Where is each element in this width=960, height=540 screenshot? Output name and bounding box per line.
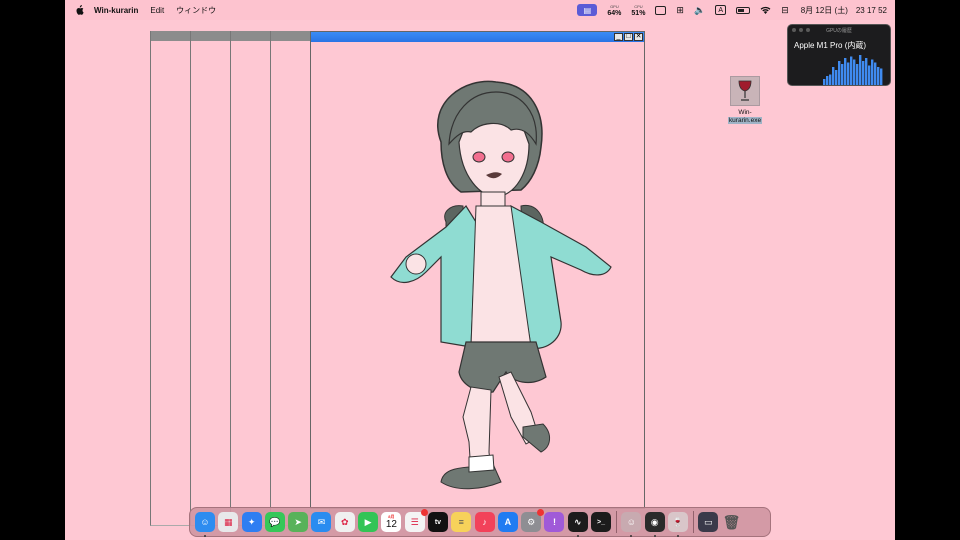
gpu-history-bar <box>826 76 829 85</box>
running-indicator <box>676 535 679 537</box>
maximize-button[interactable]: □ <box>624 33 633 41</box>
reminders-icon[interactable]: ☰ <box>404 509 428 532</box>
gpu-history-bar <box>844 58 847 85</box>
gpu-history-bar <box>868 65 871 85</box>
running-indicator <box>204 535 206 537</box>
messages-icon[interactable]: 💬 <box>264 512 285 532</box>
desktop: Win-kurarin Edit ウィンドウ ▤ GPU 64% CPU 51%… <box>65 0 895 540</box>
gpu-history-bar <box>865 58 868 85</box>
notes-icon[interactable]: ≡ <box>451 512 472 532</box>
edit-menu[interactable]: Edit <box>150 6 164 15</box>
launchpad-icon[interactable]: ▦ <box>218 512 239 532</box>
gpu-history-bar <box>880 68 883 85</box>
cpu-usage-value: 51% <box>631 10 646 17</box>
battery-icon[interactable] <box>736 6 751 14</box>
desktop-icon-label-line1: Win- <box>738 109 752 116</box>
window-title-bar[interactable]: _ □ ✕ <box>311 32 644 42</box>
win-kurarin-app-icon[interactable]: ☺ <box>621 512 642 537</box>
close-button[interactable]: ✕ <box>634 33 643 41</box>
gpu-history-bar <box>832 67 835 85</box>
calendar-day: 12 <box>385 519 397 530</box>
gpu-history-bar <box>841 64 844 85</box>
gpu-history-bar <box>850 56 853 85</box>
safari-icon[interactable]: ✦ <box>241 512 262 532</box>
gpu-history-bar <box>871 59 874 85</box>
running-indicator <box>576 535 579 537</box>
calendar-icon[interactable]: 8月 12 <box>381 512 402 532</box>
gpu-history-bar <box>874 62 877 85</box>
menu-clock[interactable]: 23 17 52 <box>856 6 887 15</box>
minimize-button[interactable]: _ <box>614 33 623 41</box>
app-name-menu[interactable]: Win-kurarin <box>94 6 138 15</box>
terminal-icon[interactable]: >_ <box>591 512 612 532</box>
notification-badge <box>537 509 545 516</box>
character-illustration <box>390 80 612 490</box>
wifi-icon[interactable] <box>760 6 771 14</box>
gpu-widget-header[interactable]: GPUの履歴 <box>788 25 890 35</box>
input-source-icon[interactable]: A <box>715 5 727 15</box>
gpu-widget-title: GPUの履歴 <box>826 27 852 34</box>
monitor-status-icon[interactable]: ▤ <box>577 4 598 16</box>
gpu-history-bar <box>835 70 838 85</box>
maps-icon[interactable]: ➤ <box>288 512 309 532</box>
kurarin-window[interactable]: _ □ ✕ <box>310 31 645 509</box>
control-icon[interactable]: ⊞ <box>676 5 684 16</box>
dock-separator <box>616 511 618 533</box>
gpu-history-widget[interactable]: GPUの履歴 Apple M1 Pro (内蔵) <box>787 24 891 86</box>
obs-icon[interactable]: ◉ <box>644 512 665 537</box>
gpu-history-bar <box>823 79 826 85</box>
trash-icon[interactable]: 🗑 <box>722 512 742 532</box>
gpu-usage-label: GPU <box>610 4 619 9</box>
win-kurarin-desktop-icon[interactable]: Win- kurarin.exe <box>725 76 765 125</box>
gpu-usage[interactable]: GPU 64% <box>607 3 621 17</box>
gpu-history-chart <box>823 55 883 85</box>
running-indicator <box>653 535 656 537</box>
display-icon[interactable] <box>655 5 667 15</box>
wine-glass-icon <box>730 76 760 106</box>
desktop-icon-label-line2: kurarin.exe <box>727 117 763 124</box>
running-indicator <box>630 535 633 537</box>
gpu-history-bar <box>847 62 850 85</box>
activity-monitor-icon[interactable]: ∿ <box>567 512 588 537</box>
gpu-history-bar <box>856 64 859 85</box>
gpu-usage-value: 64% <box>607 10 622 17</box>
gpu-history-bar <box>838 61 841 85</box>
gpu-history-bar <box>862 61 865 85</box>
gpu-history-bar <box>859 55 862 85</box>
tv-icon[interactable]: tv <box>427 512 448 532</box>
facetime-icon[interactable]: ▶ <box>358 512 379 532</box>
notification-badge <box>420 509 428 516</box>
dock-separator <box>693 511 695 533</box>
gpu-history-bar <box>829 74 832 85</box>
wine-icon[interactable]: 🍷 <box>667 512 688 537</box>
dock: ☺ ▦ ✦ 💬 ➤ ✉ ✿ ▶ 8月 12 ☰ tv ≡ ♪ A ⚙! ∿ >_ ☺ ◉ 🍷 ▭ 🗑 <box>189 507 771 537</box>
gpu-history-bar <box>877 67 880 85</box>
music-icon[interactable]: ♪ <box>474 512 495 532</box>
finder-icon[interactable]: ☺ <box>195 512 215 537</box>
app-store-icon[interactable]: A <box>497 512 518 532</box>
menu-date[interactable]: 8月 12日 (土) <box>801 5 848 16</box>
apple-menu-icon[interactable] <box>74 5 84 15</box>
screenshot-icon[interactable]: ▭ <box>698 512 719 532</box>
mail-icon[interactable]: ✉ <box>311 512 332 532</box>
cpu-usage[interactable]: CPU 51% <box>631 3 645 17</box>
system-settings-icon[interactable]: ⚙ <box>521 509 545 532</box>
control-center-icon[interactable]: ⊟ <box>781 5 789 16</box>
desktop-icon-label: Win- kurarin.exe <box>727 109 763 125</box>
photos-icon[interactable]: ✿ <box>334 512 355 532</box>
cpu-usage-label: CPU <box>634 4 643 9</box>
menu-bar: Win-kurarin Edit ウィンドウ ▤ GPU 64% CPU 51%… <box>65 0 895 20</box>
volume-icon[interactable]: 🔈 <box>694 5 705 16</box>
window-menu[interactable]: ウィンドウ <box>176 5 216 16</box>
gpu-history-bar <box>853 59 856 85</box>
feedback-icon[interactable]: ! <box>544 512 565 532</box>
